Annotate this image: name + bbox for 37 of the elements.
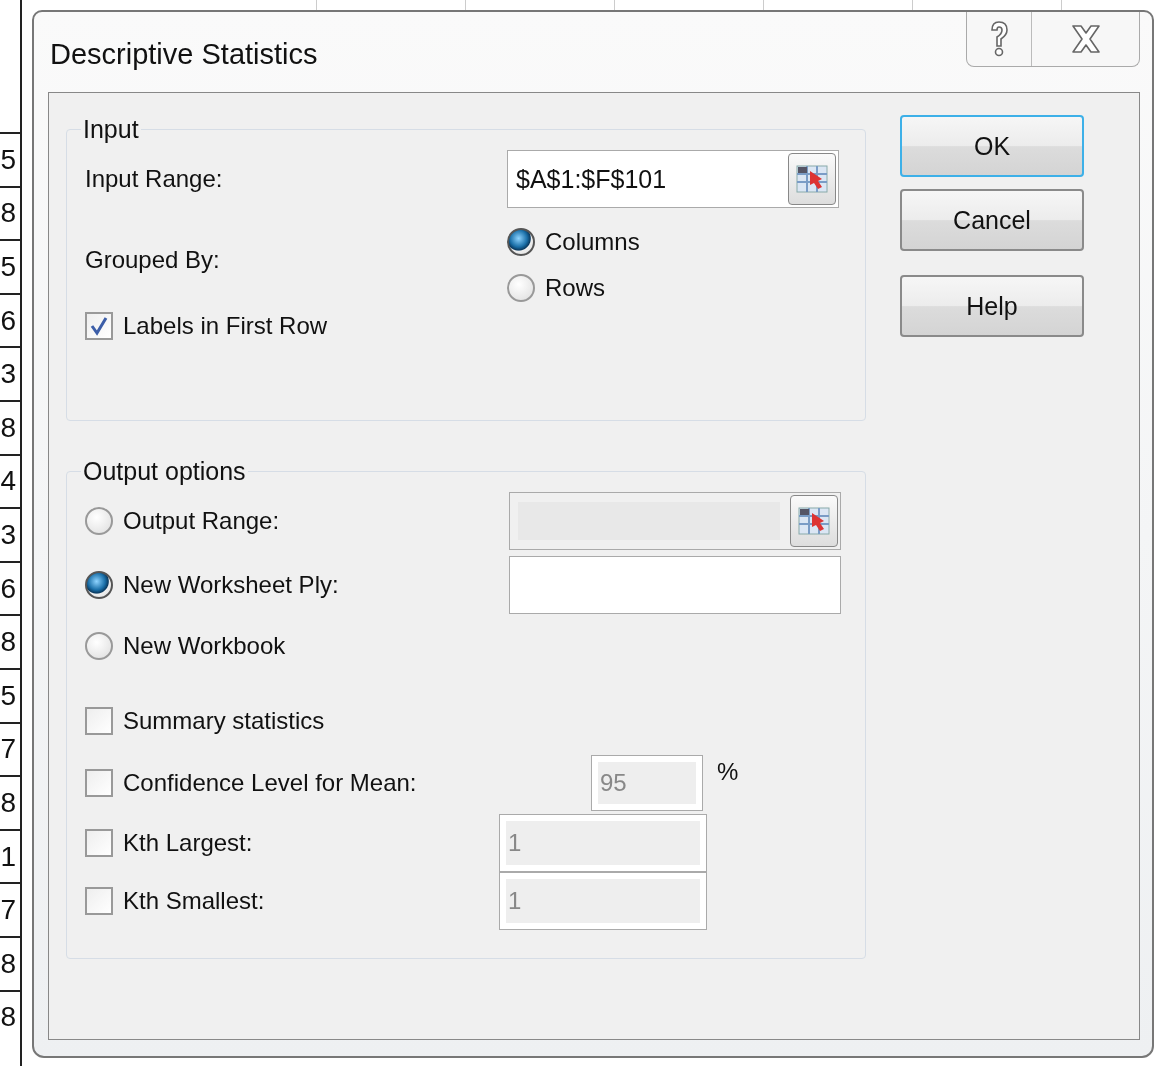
dialog-button[interactable]: Cancel (900, 189, 1084, 251)
option-label: New Worksheet Ply: (123, 571, 339, 599)
cell-value: 7 (0, 735, 16, 764)
cell-value: 8 (0, 628, 16, 657)
option-label: Labels in First Row (123, 312, 328, 340)
cell-value: 8 (0, 788, 16, 817)
cell-value: 6 (0, 306, 16, 335)
group-title: Output options (82, 457, 247, 486)
field-label: Input Range: (85, 165, 224, 193)
dialog-button[interactable]: Help (900, 275, 1084, 337)
option-label: New Workbook (123, 632, 286, 660)
field-label: Grouped By: (85, 246, 221, 274)
cell-value: 3 (0, 360, 16, 389)
window-title: Descriptive Statistics (50, 38, 318, 71)
cell-value: 1 (0, 842, 16, 871)
cell-value: 5 (0, 253, 16, 281)
cell-value: 7 (0, 896, 16, 925)
option-label: Output Range: (123, 507, 280, 535)
cell-value: 3 (0, 520, 16, 549)
unit-label: % (717, 758, 739, 786)
option-label: Rows (545, 274, 605, 302)
cell-value: 4 (0, 467, 16, 496)
range-field[interactable]: $A$1:$F$101 (507, 150, 839, 208)
cell-value: 5 (0, 681, 16, 710)
dialog-button[interactable]: OK (900, 115, 1084, 177)
cell-value: 8 (0, 1003, 16, 1032)
cell-value: 8 (0, 199, 16, 228)
group-title: Input (82, 115, 140, 144)
option-label: Summary statistics (123, 707, 325, 735)
cell-value: 6 (0, 574, 16, 603)
option-label: Kth Smallest: (123, 887, 265, 915)
cell-value: 8 (0, 413, 16, 442)
option-label: Kth Largest: (123, 829, 253, 857)
cell-value: 5 (0, 145, 16, 174)
option-label: Confidence Level for Mean: (123, 769, 417, 797)
option-label: Columns (545, 228, 640, 256)
cell-value: 8 (0, 949, 16, 978)
